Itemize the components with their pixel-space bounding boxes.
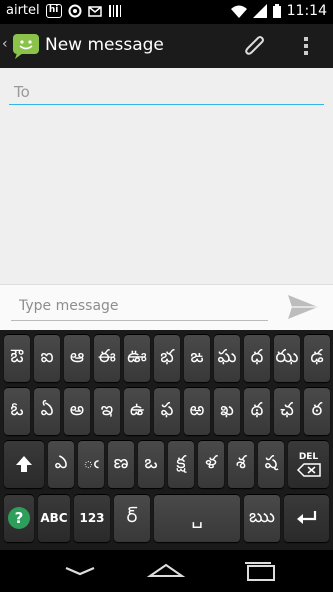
- enter-key[interactable]: [284, 494, 329, 542]
- action-bar: ‹ New message: [0, 24, 333, 68]
- key[interactable]: ఋ: [244, 494, 280, 542]
- key[interactable]: థ: [244, 387, 270, 435]
- key[interactable]: ఛ: [274, 387, 300, 435]
- space-key[interactable]: ␣: [154, 494, 240, 542]
- navigation-bar: [0, 550, 333, 592]
- shift-arrow-icon: [16, 456, 32, 472]
- key[interactable]: ఇ: [94, 387, 120, 435]
- mail-icon: [87, 5, 102, 17]
- battery-icon: [272, 4, 281, 18]
- key[interactable]: ఈ: [94, 334, 120, 382]
- sync-icon: [68, 4, 82, 17]
- numbers-key[interactable]: 123: [74, 494, 110, 542]
- key[interactable]: ఒ: [138, 440, 164, 488]
- shift-key[interactable]: [4, 440, 44, 488]
- wifi-icon: [230, 5, 247, 18]
- page-title: New message: [45, 35, 164, 55]
- messaging-app-icon[interactable]: [11, 31, 41, 61]
- clock: 11:14: [286, 3, 327, 19]
- special-key[interactable]: ర్: [114, 494, 150, 542]
- key[interactable]: ఖ: [214, 387, 240, 435]
- keyboard: ఔ ఐ ఆ ఈ ఊ భ ఙ ఘ ధ ఝ ఢ ఓ ఏ అ ఇ ఉ ఫ ఱ ఖ థ …: [0, 330, 333, 550]
- back-caret-icon[interactable]: ‹: [2, 36, 8, 52]
- backspace-icon: [296, 462, 321, 477]
- overflow-menu-icon[interactable]: [300, 36, 312, 56]
- signal-icon: [252, 4, 267, 18]
- key[interactable]: శ: [228, 440, 254, 488]
- key[interactable]: ఘ: [214, 334, 240, 382]
- carrier-label: airtel: [6, 3, 40, 18]
- key[interactable]: ఎ: [48, 440, 74, 488]
- send-icon[interactable]: [286, 293, 320, 321]
- key[interactable]: ఫ: [154, 387, 180, 435]
- voice-input-key[interactable]: ?: [4, 494, 34, 542]
- key[interactable]: ఉ: [124, 387, 150, 435]
- key[interactable]: ఆ: [64, 334, 90, 382]
- recipient-input[interactable]: [9, 79, 324, 105]
- key[interactable]: ఐ: [34, 334, 60, 382]
- svg-text:?: ?: [15, 509, 24, 527]
- help-icon: ?: [8, 507, 30, 529]
- delete-label: DEL: [298, 451, 319, 462]
- key[interactable]: క్ష: [168, 440, 194, 488]
- key[interactable]: ఠ: [304, 387, 330, 435]
- compose-area: [0, 68, 333, 330]
- key[interactable]: ష: [258, 440, 284, 488]
- back-nav-icon[interactable]: [60, 560, 100, 582]
- hike-icon: hi: [45, 3, 62, 18]
- recent-apps-icon[interactable]: [240, 560, 280, 582]
- status-bar: airtel hi 11:14: [0, 0, 333, 24]
- enter-arrow-icon: [296, 511, 316, 524]
- message-bar: [0, 284, 333, 330]
- abc-key[interactable]: ABC: [38, 494, 70, 542]
- home-icon[interactable]: [146, 560, 186, 582]
- key[interactable]: భ: [154, 334, 180, 382]
- key[interactable]: ఓ: [4, 387, 30, 435]
- key[interactable]: ఝ: [274, 334, 300, 382]
- key[interactable]: ఢ: [304, 334, 330, 382]
- message-input[interactable]: [11, 291, 268, 321]
- delete-key[interactable]: DEL: [288, 440, 329, 488]
- key[interactable]: ధ: [244, 334, 270, 382]
- key[interactable]: ఏ: [34, 387, 60, 435]
- key[interactable]: ఊ: [124, 334, 150, 382]
- key[interactable]: ళ: [198, 440, 224, 488]
- barcode-icon: [108, 4, 121, 17]
- key[interactable]: ◌ఁ: [78, 440, 104, 488]
- key[interactable]: అ: [64, 387, 90, 435]
- key[interactable]: ణ: [108, 440, 134, 488]
- paperclip-icon[interactable]: [241, 33, 269, 61]
- key[interactable]: ఱ: [184, 387, 210, 435]
- key[interactable]: ఔ: [4, 334, 30, 382]
- key[interactable]: ఙ: [184, 334, 210, 382]
